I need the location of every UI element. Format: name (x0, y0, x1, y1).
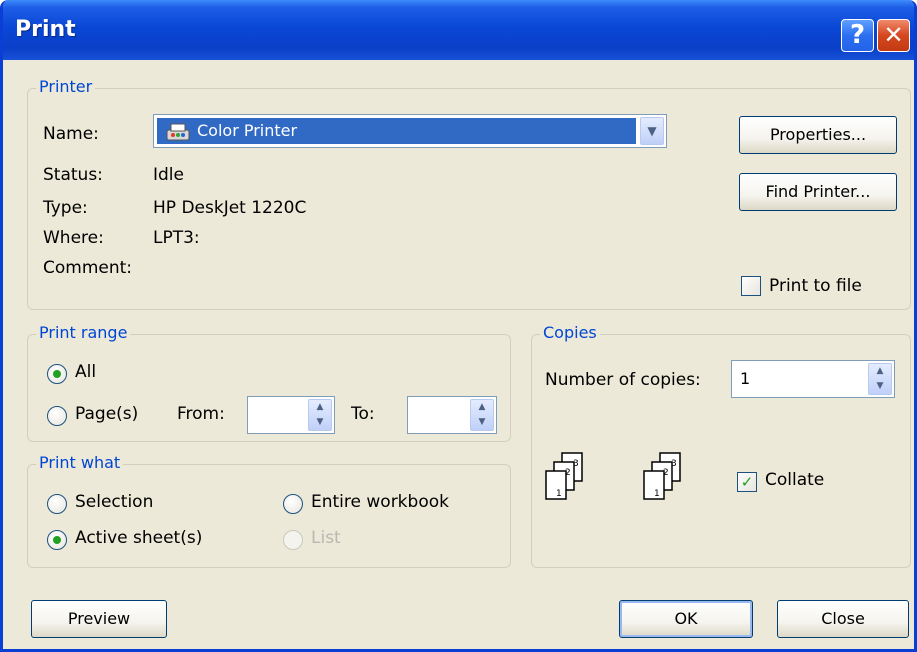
printer-name-value: Color Printer (197, 121, 298, 140)
number-of-copies-value: 1 (740, 369, 751, 388)
collate-pages-icon: 3 2 1 (545, 452, 583, 500)
print-to-file-label[interactable]: Print to file (769, 276, 862, 296)
type-label: Type: (43, 198, 88, 218)
printer-name-select[interactable]: Color Printer ▼ (153, 114, 667, 148)
copies-spin-buttons[interactable]: ▲ ▼ (868, 363, 892, 395)
print-what-group: Print what (27, 453, 511, 568)
where-value: LPT3: (153, 228, 200, 248)
all-radio[interactable] (47, 364, 67, 384)
to-label: To: (351, 404, 375, 424)
list-label: List (311, 528, 341, 548)
pages-label[interactable]: Page(s) (75, 404, 138, 424)
properties-button[interactable]: Properties... (739, 116, 897, 154)
type-value: HP DeskJet 1220C (153, 198, 307, 218)
spin-down-icon[interactable]: ▼ (309, 415, 331, 430)
printer-icon (166, 123, 190, 141)
print-what-legend: Print what (36, 453, 124, 472)
ok-button[interactable]: OK (619, 600, 753, 638)
find-printer-button[interactable]: Find Printer... (739, 173, 897, 211)
spin-up-icon[interactable]: ▲ (869, 364, 891, 379)
spin-up-icon[interactable]: ▲ (309, 400, 331, 415)
print-to-file-checkbox[interactable] (741, 276, 761, 296)
active-sheets-label[interactable]: Active sheet(s) (75, 528, 202, 548)
preview-button[interactable]: Preview (31, 600, 167, 638)
pages-radio[interactable] (47, 406, 67, 426)
number-of-copies-spinner[interactable]: 1 ▲ ▼ (731, 360, 895, 398)
printer-legend: Printer (36, 77, 96, 96)
copies-legend: Copies (540, 323, 600, 342)
number-of-copies-label: Number of copies: (545, 370, 701, 390)
collate-label[interactable]: Collate (765, 470, 824, 490)
entire-workbook-radio[interactable] (283, 494, 303, 514)
svg-text:1: 1 (654, 489, 660, 499)
name-label: Name: (43, 124, 99, 144)
active-sheets-radio[interactable] (47, 530, 67, 550)
from-spinner[interactable]: ▲ ▼ (247, 396, 335, 434)
from-spin-buttons[interactable]: ▲ ▼ (308, 399, 332, 431)
printer-name-value-box: Color Printer (157, 118, 636, 144)
svg-text:1: 1 (556, 489, 562, 499)
spin-down-icon[interactable]: ▼ (471, 415, 493, 430)
spin-up-icon[interactable]: ▲ (471, 400, 493, 415)
to-spinner[interactable]: ▲ ▼ (407, 396, 497, 434)
selection-radio[interactable] (47, 494, 67, 514)
status-label: Status: (43, 165, 103, 185)
print-range-legend: Print range (36, 323, 131, 342)
to-spin-buttons[interactable]: ▲ ▼ (470, 399, 494, 431)
list-radio (283, 530, 303, 550)
all-label[interactable]: All (75, 362, 96, 382)
collate-checkbox[interactable]: ✓ (737, 472, 757, 492)
collate-pages-icon: 3 2 1 (643, 452, 681, 500)
selection-label[interactable]: Selection (75, 492, 153, 512)
title-bar[interactable]: Print ? ✕ (3, 0, 914, 60)
entire-workbook-label[interactable]: Entire workbook (311, 492, 449, 512)
close-icon[interactable]: ✕ (877, 19, 910, 52)
from-label: From: (177, 404, 225, 424)
comment-label: Comment: (43, 258, 133, 278)
spin-down-icon[interactable]: ▼ (869, 379, 891, 394)
help-icon[interactable]: ? (841, 19, 874, 52)
close-button[interactable]: Close (777, 600, 909, 638)
status-value: Idle (153, 165, 184, 185)
window-title: Print (15, 17, 76, 42)
where-label: Where: (43, 228, 104, 248)
chevron-down-icon[interactable]: ▼ (640, 117, 664, 145)
print-dialog: Print ? ✕ Printer Name: Color Printer ▼ … (0, 0, 917, 652)
